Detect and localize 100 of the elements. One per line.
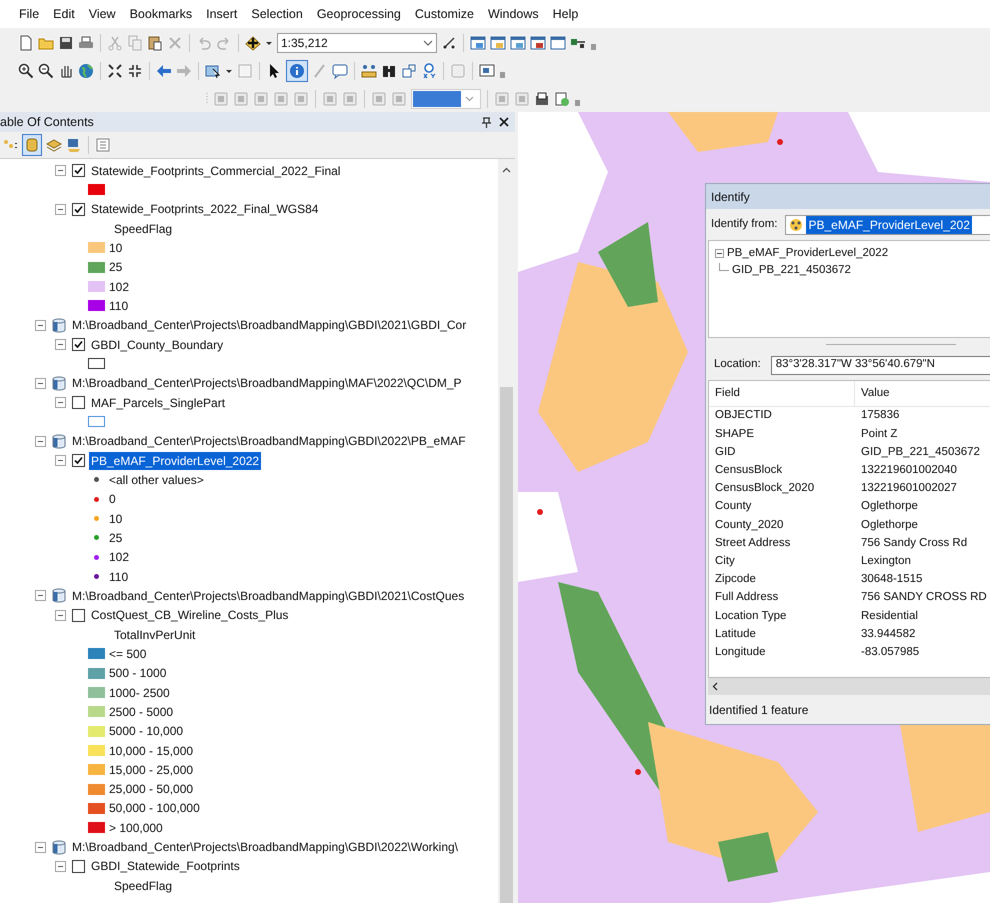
menu-item[interactable]: Geoprocessing xyxy=(312,4,406,24)
window-icon[interactable] xyxy=(530,35,546,51)
menu-item[interactable]: File xyxy=(14,4,44,24)
window-title: Identify xyxy=(711,188,750,206)
legend-label: 25 xyxy=(109,530,122,547)
measure-icon[interactable] xyxy=(361,63,377,79)
go-to-xy-icon[interactable] xyxy=(421,63,437,79)
group-path[interactable]: M:\Broadband_Center\Projects\BroadbandMapping\GBDI\2022\Working\ xyxy=(72,838,458,856)
column-header[interactable]: Field xyxy=(715,384,740,402)
create-viewer-icon[interactable] xyxy=(479,63,495,79)
layer-name[interactable]: GBDI_County_Boundary xyxy=(91,336,224,354)
layers-icon[interactable] xyxy=(46,137,62,153)
window-icon[interactable] xyxy=(470,35,486,51)
menu-item[interactable]: Customize xyxy=(410,4,479,24)
scrollbar[interactable] xyxy=(498,159,515,903)
pin-icon[interactable] xyxy=(482,116,491,128)
save-icon[interactable] xyxy=(58,35,74,51)
add-data-icon[interactable] xyxy=(245,35,261,51)
popup-icon[interactable] xyxy=(332,63,348,79)
checkbox[interactable] xyxy=(72,202,85,216)
location-field[interactable]: 83°3'28.317"W 33°56'40.679"N xyxy=(770,356,990,374)
menu-item[interactable]: Help xyxy=(548,4,584,24)
group-path[interactable]: M:\Broadband_Center\Projects\BroadbandMapping\MAF\2022\QC\DM_P xyxy=(72,374,462,392)
zoom-percent-dropdown[interactable] xyxy=(411,89,481,109)
editor-icon[interactable] xyxy=(441,35,457,51)
menu-item[interactable]: Insert xyxy=(201,4,242,24)
tree-item[interactable]: PB_eMAF_ProviderLevel_2022 xyxy=(727,244,888,262)
change-layout-icon[interactable] xyxy=(534,91,550,107)
info-icon xyxy=(289,63,305,79)
fixed-zoom-in-icon[interactable] xyxy=(107,63,123,79)
paste-icon[interactable] xyxy=(147,35,163,51)
collapse-icon[interactable] xyxy=(55,165,66,176)
collapse-icon[interactable] xyxy=(35,378,46,389)
layer-points-icon xyxy=(788,218,804,232)
window-icon[interactable] xyxy=(510,35,526,51)
menu-item[interactable]: Selection xyxy=(246,4,308,24)
collapse-icon[interactable] xyxy=(55,339,66,350)
legend-label: 10,000 - 15,000 xyxy=(109,742,194,760)
legend-label: 10 xyxy=(109,240,122,257)
zoom-out-icon[interactable] xyxy=(38,63,54,79)
collapse-icon[interactable] xyxy=(35,842,46,853)
collapse-icon[interactable] xyxy=(55,860,66,872)
scroll-up-icon[interactable] xyxy=(502,167,511,173)
group-path[interactable]: M:\Broadband_Center\Projects\BroadbandMapping\GBDI\2021\GBDI_Cor xyxy=(72,316,466,334)
scroll-left-icon[interactable] xyxy=(712,682,718,691)
group-path[interactable]: M:\Broadband_Center\Projects\BroadbandMapping\GBDI\2022\PB_eMAF xyxy=(72,432,466,450)
layer-name[interactable]: MAF_Parcels_SinglePart xyxy=(91,394,226,412)
tree-item[interactable]: GID_PB_221_4503672 xyxy=(732,262,851,280)
select-features-icon[interactable] xyxy=(205,63,221,79)
collapse-icon[interactable] xyxy=(55,204,66,215)
menu-item[interactable]: Edit xyxy=(48,4,80,24)
menu-item[interactable]: Bookmarks xyxy=(124,4,198,24)
table-cell: County xyxy=(715,500,752,512)
checkbox[interactable] xyxy=(72,164,85,178)
new-document-icon[interactable] xyxy=(18,35,34,51)
time-slider-icon[interactable] xyxy=(450,63,466,79)
binoculars-icon[interactable] xyxy=(381,63,397,79)
globe-icon[interactable] xyxy=(78,63,94,79)
zoom-in-icon[interactable] xyxy=(18,63,34,79)
checkbox[interactable] xyxy=(72,860,85,873)
back-arrow-icon[interactable] xyxy=(156,63,172,79)
collapse-icon[interactable] xyxy=(55,455,66,466)
checkbox[interactable] xyxy=(72,608,85,622)
window-icon[interactable] xyxy=(490,35,506,51)
layer-dropdown[interactable]: PB_eMAF_ProviderLevel_202 xyxy=(785,214,990,234)
table-cell: Location Type xyxy=(715,610,786,622)
collapse-icon[interactable] xyxy=(35,590,46,602)
close-icon[interactable] xyxy=(499,117,509,127)
list-by-selection-icon[interactable] xyxy=(66,137,82,153)
scale-dropdown[interactable]: 1:35,212 xyxy=(277,33,437,53)
collapse-icon[interactable] xyxy=(35,436,46,447)
column-header[interactable]: Value xyxy=(861,384,890,402)
options-icon[interactable] xyxy=(95,137,111,153)
menu-item[interactable]: View xyxy=(84,4,121,24)
table-cell: Full Address xyxy=(715,591,778,604)
window-icon[interactable] xyxy=(550,35,566,51)
layer-name[interactable]: CostQuest_CB_Wireline_Costs_Plus xyxy=(91,606,288,624)
data-driven-pages-icon[interactable] xyxy=(554,91,570,107)
layer-name[interactable]: GBDI_Statewide_Footprints xyxy=(91,857,240,876)
layer-name[interactable]: Statewide_Footprints_2022_Final_WGS84 xyxy=(91,200,318,218)
toggle-draft-mode-icon[interactable] xyxy=(494,91,510,107)
collapse-icon[interactable] xyxy=(35,320,46,331)
checkbox[interactable] xyxy=(72,454,85,468)
horizontal-scrollbar[interactable] xyxy=(708,678,990,695)
printer-icon[interactable] xyxy=(78,35,94,51)
layer-name[interactable]: PB_eMAF_ProviderLevel_2022 xyxy=(89,452,262,470)
collapse-icon[interactable] xyxy=(55,610,66,621)
list-by-source-button[interactable] xyxy=(22,134,42,156)
checkbox[interactable] xyxy=(72,338,85,352)
table-cell: Latitude xyxy=(715,628,756,640)
checkbox[interactable] xyxy=(72,396,85,410)
collapse-icon[interactable] xyxy=(715,249,724,258)
menu-item[interactable]: Windows xyxy=(482,4,544,24)
group-path[interactable]: M:\Broadband_Center\Projects\BroadbandMapping\GBDI\2021\CostQues xyxy=(72,586,464,605)
collapse-icon[interactable] xyxy=(55,397,66,408)
identify-tool[interactable] xyxy=(286,60,308,82)
table-cell: Lexington xyxy=(861,554,911,567)
scroll-thumb[interactable] xyxy=(500,387,513,903)
layer-name[interactable]: Statewide_Footprints_Commercial_2022_Final xyxy=(91,162,340,180)
fixed-zoom-out-icon[interactable] xyxy=(127,63,143,79)
